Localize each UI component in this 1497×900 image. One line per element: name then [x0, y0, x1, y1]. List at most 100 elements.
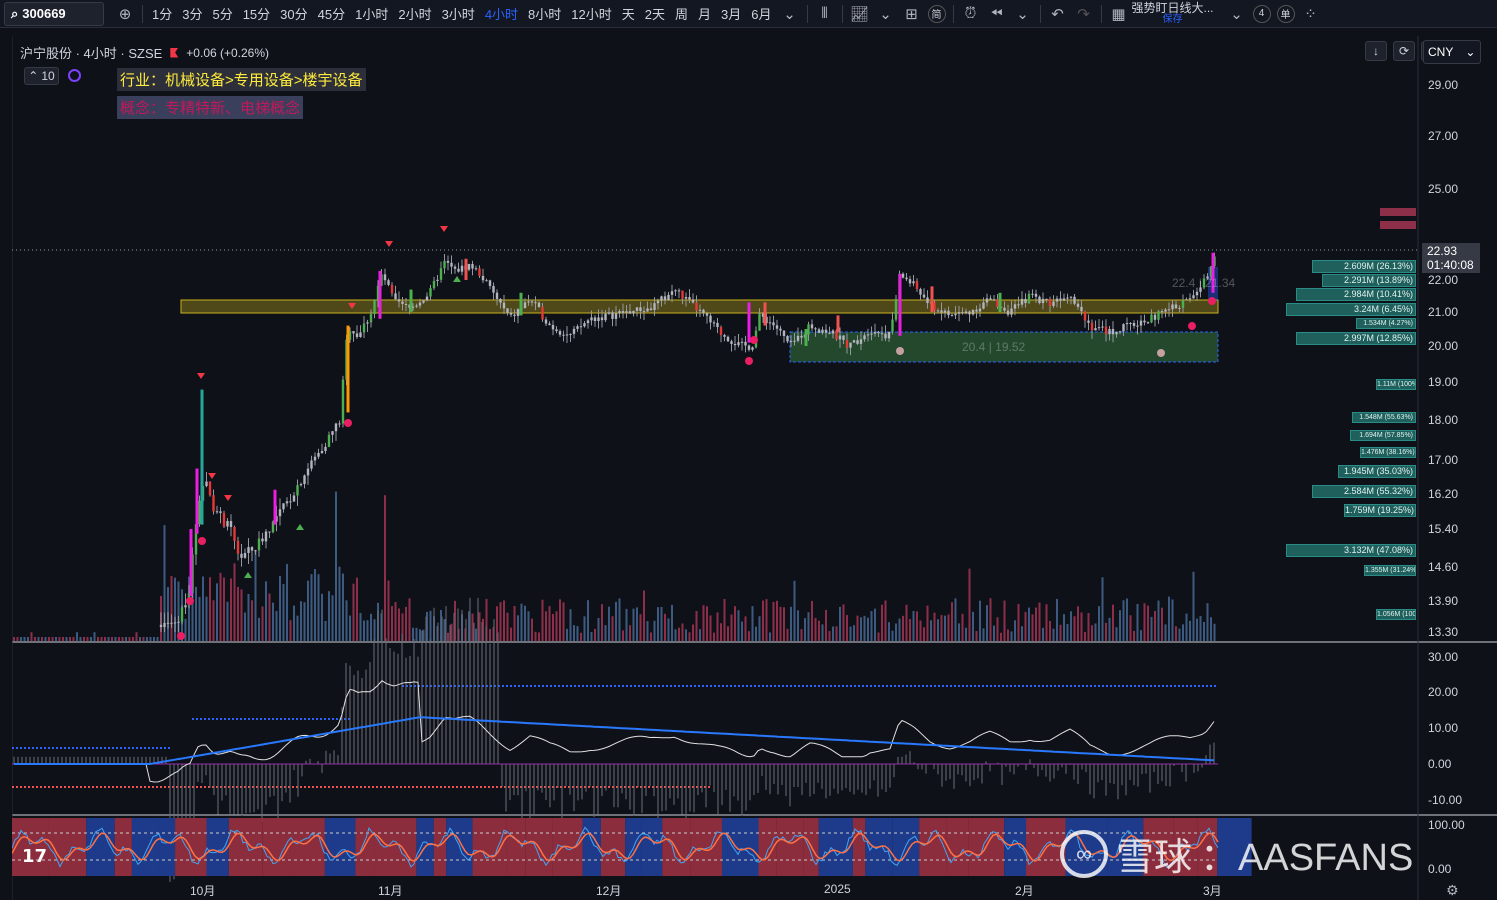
timeframe-3[interactable]: 15分 — [238, 2, 275, 26]
candle-body — [544, 319, 548, 324]
volume-bar — [359, 612, 362, 641]
volume-bar — [709, 615, 712, 641]
chevron-down-icon[interactable]: ⌄ — [1010, 2, 1036, 26]
osc-band — [175, 818, 207, 876]
layout-name[interactable]: 强势盯日线大... 保存 — [1132, 2, 1214, 26]
volume-bar — [394, 602, 397, 641]
timeframe-12[interactable]: 天 — [617, 2, 640, 26]
arrow-down-icon[interactable]: ↓ — [1365, 41, 1387, 61]
currency-select[interactable]: CNY ⌄ — [1423, 40, 1481, 64]
timeframe-2[interactable]: 5分 — [207, 2, 237, 26]
volume-bar — [947, 614, 950, 641]
replay-icon[interactable]: ⏪︎ — [984, 2, 1010, 26]
timeframe-16[interactable]: 3月 — [716, 2, 746, 26]
timeframe-11[interactable]: 12小时 — [566, 2, 616, 26]
redo-icon[interactable]: ↷ — [1071, 2, 1097, 26]
chevron-down-icon[interactable]: ⌄ — [873, 2, 899, 26]
candle-body — [863, 335, 866, 340]
layout-icon[interactable]: ▦ — [1106, 2, 1132, 26]
candle-body — [450, 262, 453, 267]
candle-body — [166, 622, 170, 624]
volume-profile-row: 1.759M (19.25%) — [1344, 504, 1416, 517]
signal-dot — [198, 537, 206, 545]
refresh-icon[interactable]: ⟳ — [1393, 41, 1415, 61]
volume-bar — [443, 619, 446, 641]
timeframe-7[interactable]: 2小时 — [393, 2, 436, 26]
volume-bar — [324, 620, 327, 641]
volume-bar — [692, 624, 694, 641]
timeframe-15[interactable]: 月 — [693, 2, 716, 26]
candle-body — [796, 335, 800, 341]
symbol-search[interactable]: ⌕ 300669 — [4, 1, 104, 26]
timeframe-14[interactable]: 周 — [670, 2, 693, 26]
candle-body — [1188, 298, 1192, 300]
timeframe-0[interactable]: 1分 — [147, 2, 177, 26]
flag-icon[interactable] — [170, 47, 179, 58]
chevron-down-icon[interactable]: ⌄ — [1224, 2, 1250, 26]
volume-bar — [503, 600, 505, 641]
candle-body — [341, 379, 345, 424]
volume-bar — [226, 601, 229, 641]
volume-bar — [888, 622, 890, 641]
volume-bar — [657, 607, 659, 641]
candle-body — [331, 431, 334, 435]
timeframe-4[interactable]: 30分 — [275, 2, 312, 26]
tradingview-logo[interactable]: 𝟭𝟳 — [22, 846, 47, 867]
candle-body — [814, 328, 817, 330]
undo-icon[interactable]: ↶ — [1045, 2, 1071, 26]
count-badge[interactable]: 4 — [1252, 4, 1271, 23]
volume-bar — [34, 637, 36, 641]
indicator-toggle[interactable]: ⌃ 10 — [24, 67, 59, 85]
timeframe-10[interactable]: 8小时 — [523, 2, 566, 26]
candle-body — [219, 511, 222, 514]
volume-bar — [1157, 600, 1160, 641]
candles-icon[interactable]: ⫴ — [812, 2, 838, 26]
volume-bar — [1056, 598, 1058, 641]
timeframe-6[interactable]: 1小时 — [350, 2, 393, 26]
volume-bar — [706, 606, 708, 641]
candle-body — [1118, 331, 1122, 333]
volume-bar — [723, 598, 726, 641]
volume-bar — [1150, 616, 1153, 641]
gear-icon[interactable]: ⚙ — [1446, 882, 1459, 899]
osc-band — [690, 818, 722, 876]
timeframe-13[interactable]: 2天 — [640, 2, 670, 26]
osc-band — [641, 818, 663, 876]
candle-body — [572, 328, 576, 334]
timeframe-5[interactable]: 45分 — [313, 2, 350, 26]
candle-body — [317, 452, 320, 457]
simple-mode-button[interactable]: 简 — [927, 4, 946, 23]
symbol-title[interactable]: 沪宁股份 · 4小时 · SZSE — [20, 43, 162, 62]
timeframe-17[interactable]: 6月 — [746, 2, 776, 26]
alert-icon[interactable]: ⏰︎ — [958, 2, 984, 26]
candle-body — [506, 308, 509, 313]
timeframe-1[interactable]: 3分 — [177, 2, 207, 26]
candle-body — [828, 332, 831, 334]
candle-body — [250, 547, 254, 551]
candle-body — [733, 343, 737, 346]
chevron-down-icon[interactable]: ⌄ — [777, 2, 803, 26]
chart-canvas[interactable] — [12, 36, 1497, 900]
impulse-candle — [836, 315, 840, 333]
candle-body — [1020, 298, 1024, 305]
candle-body — [1087, 320, 1090, 323]
timeframe-9[interactable]: 4小时 — [480, 2, 523, 26]
single-layout-button[interactable]: 单 — [1276, 4, 1295, 23]
volume-bar — [363, 620, 365, 641]
templates-icon[interactable]: ⊞ — [899, 2, 925, 26]
volume-bar — [489, 628, 491, 641]
grid-icon[interactable]: ⁘ — [1298, 2, 1324, 26]
timeframe-8[interactable]: 3小时 — [437, 2, 480, 26]
indicators-icon[interactable]: 📈︎ — [847, 2, 873, 26]
volume-bar — [874, 608, 876, 641]
candle-body — [632, 310, 635, 314]
candle-body — [1104, 326, 1108, 335]
volume-profile-row: 2.997M (12.85%) — [1296, 332, 1416, 345]
candle-body — [740, 341, 744, 343]
volume-bar — [335, 491, 337, 641]
volume-bar — [170, 575, 173, 641]
add-symbol-icon[interactable]: ⊕ — [112, 2, 138, 26]
volume-profile-row: 2.609M (26.13%) — [1312, 260, 1416, 273]
volume-bar — [58, 637, 61, 641]
volume-bar — [184, 618, 187, 641]
